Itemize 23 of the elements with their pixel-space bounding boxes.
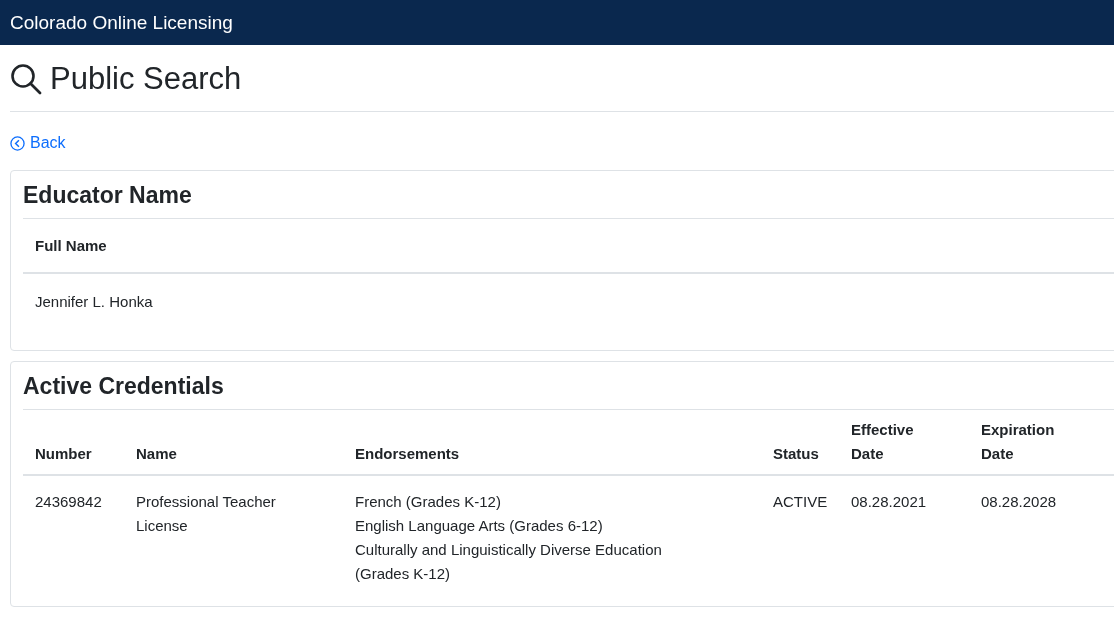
table-cell-text: 08.28.2021 [850,492,928,512]
table-cell-text: ACTIVE [772,492,829,512]
column-header: Full Name [23,219,1114,274]
column-header: Number [35,444,92,464]
column-header: Effective Date [851,420,914,464]
column-header: Status [773,444,819,464]
endorsement-text: Culturally and Linguistically Diverse Education (Grades K-12) [355,540,663,584]
column-header: Name [136,444,177,464]
page-title: Public Search [50,61,242,97]
table-cell-text: 08.28.2028 [980,492,1058,512]
chevron-left-icon [10,135,25,151]
column-header: Endorsements [355,444,460,464]
card-title: Active Credentials [23,362,1114,410]
card-title: Educator Name [23,171,1114,219]
app-title: Colorado Online Licensing [10,11,233,34]
endorsement-text: French (Grades K-12) [355,492,502,512]
table-cell-text: 24369842 [34,492,103,512]
endorsement-text: English Language Arts (Grades 6-12) [355,516,604,536]
column-header: Expiration Date [981,420,1055,464]
table-cell-text: Jennifer L. Honka [34,292,154,312]
back-link[interactable]: Back [10,134,66,152]
search-icon [10,63,42,95]
table-cell-text: Professional Teacher License [135,492,277,536]
